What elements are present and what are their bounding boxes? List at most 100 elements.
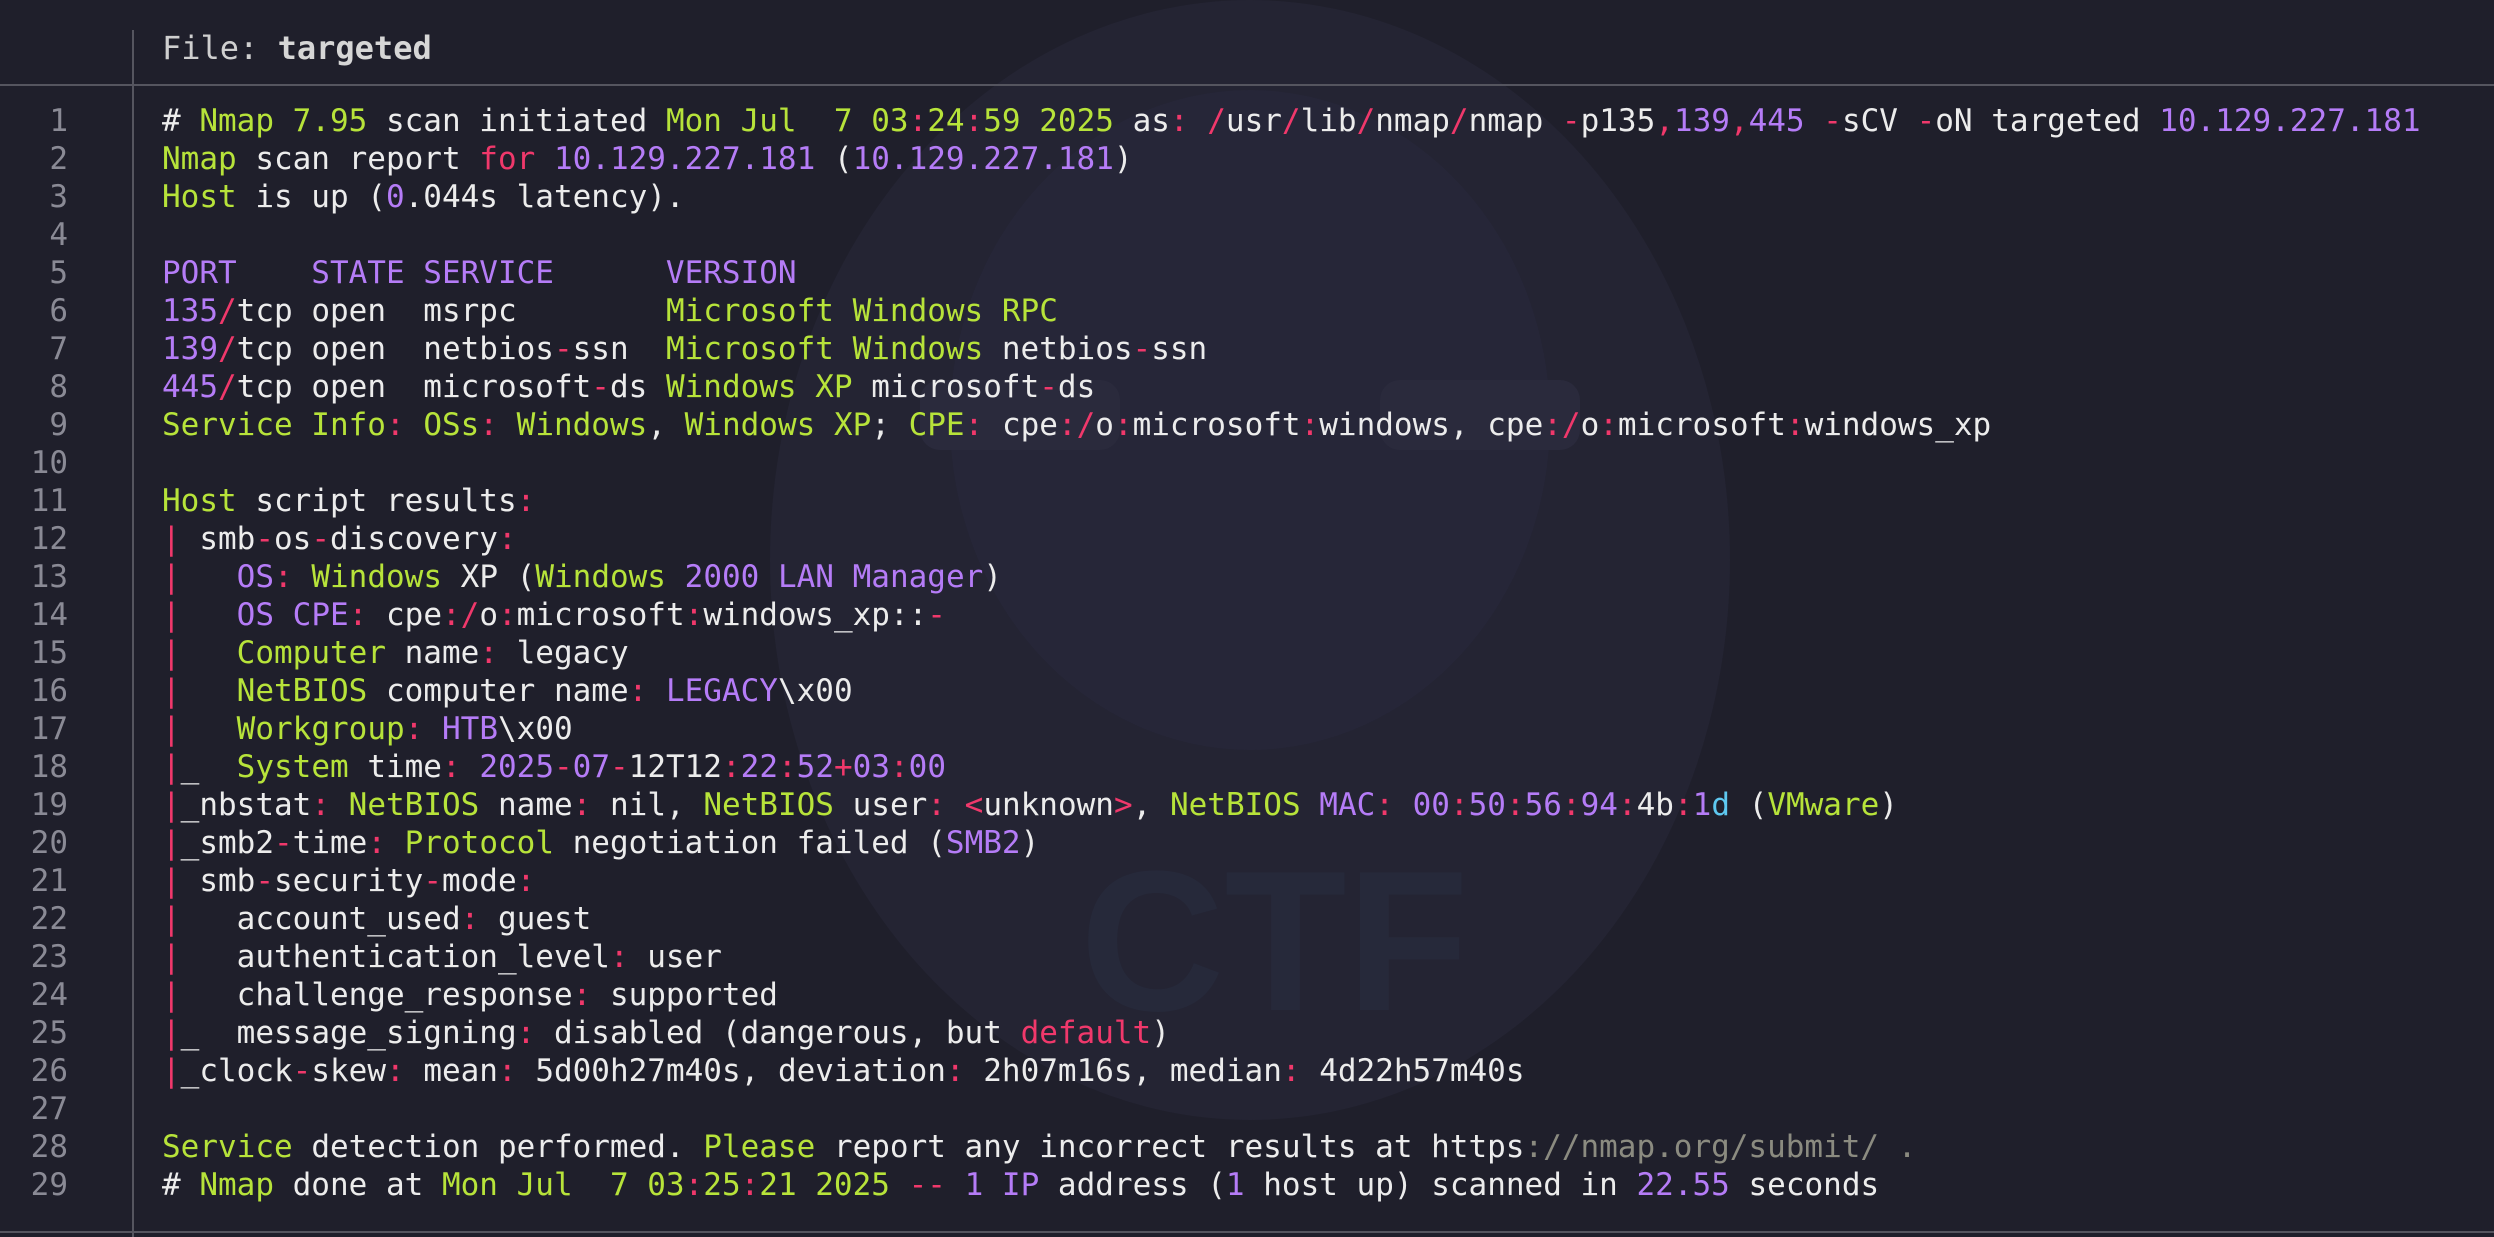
token: Protocol	[404, 825, 554, 861]
token: :	[684, 597, 704, 633]
token: windows_xp	[1804, 407, 1992, 443]
token: -	[1039, 369, 1058, 405]
code-line: 26 |_clock-skew: mean: 5d00h27m40s, devia…	[0, 1052, 2494, 1090]
token: :	[516, 863, 536, 899]
token: 22	[740, 749, 778, 785]
token: ssn	[1151, 331, 1208, 367]
token: :	[274, 559, 293, 595]
token: -	[1823, 103, 1842, 139]
token: :	[441, 749, 461, 785]
token: -	[553, 331, 573, 367]
token: LEGACY	[665, 673, 778, 709]
line-number: 13	[30, 559, 68, 595]
token: /	[1356, 103, 1376, 139]
line-text: Service detection performed. Please repo…	[162, 1128, 1916, 1166]
token: _smb2	[180, 825, 274, 861]
token: time	[348, 749, 442, 785]
token: authentication_level	[180, 939, 610, 975]
code-line: 28 Service detection performed. Please re…	[0, 1128, 2494, 1166]
token: SMB2	[945, 825, 1021, 861]
token: |	[162, 977, 181, 1013]
token: \x00	[777, 673, 853, 709]
code-line: 15 | Computer name: legacy	[0, 634, 2494, 672]
token: name	[385, 635, 480, 671]
token: :	[684, 1167, 704, 1203]
token: 03	[852, 749, 890, 785]
line-text: Host is up (0.044s latency).	[162, 178, 685, 216]
token: ,	[1655, 103, 1674, 139]
token: :	[311, 787, 330, 823]
token: |	[162, 825, 181, 861]
token: Microsoft Windows	[665, 331, 984, 367]
token: -	[1561, 103, 1581, 139]
token: :	[1561, 787, 1581, 823]
token: :	[1300, 407, 1320, 443]
token: 56	[1524, 787, 1562, 823]
token: :	[1113, 407, 1133, 443]
token: 59 2025	[983, 103, 1114, 139]
code-view[interactable]: 1 # Nmap 7.95 scan initiated Mon Jul 7 03…	[0, 102, 2494, 1204]
token: :	[964, 407, 984, 443]
token: :	[945, 1053, 965, 1089]
token: 00	[1412, 787, 1450, 823]
token: )	[1020, 825, 1040, 861]
token: :	[367, 825, 386, 861]
line-text: | Computer name: legacy	[162, 634, 629, 672]
token: d	[1711, 787, 1730, 823]
token: netbios	[983, 331, 1133, 367]
file-title: File: targeted	[162, 29, 432, 67]
token: ,	[1729, 103, 1749, 139]
token: tcp open netbios	[236, 331, 554, 367]
token: user	[628, 939, 722, 975]
line-number: 6	[49, 293, 68, 329]
token: 445	[1748, 103, 1805, 139]
token: 4b	[1636, 787, 1674, 823]
token: :	[497, 1053, 517, 1089]
token: MAC	[1319, 787, 1376, 823]
token: :	[385, 1053, 405, 1089]
token: 5d00h27m40s, deviation	[516, 1053, 946, 1089]
file-name: targeted	[277, 29, 432, 67]
line-number: 28	[30, 1129, 68, 1165]
token: Service Info	[162, 407, 386, 443]
line-number: 18	[30, 749, 68, 785]
token: :	[609, 939, 629, 975]
token: #	[162, 103, 200, 139]
token: (	[815, 141, 853, 177]
token: _nbstat	[180, 787, 312, 823]
line-number: 26	[30, 1053, 68, 1089]
token: 25	[703, 1167, 741, 1203]
line-text: |_nbstat: NetBIOS name: nil, NetBIOS use…	[162, 786, 1898, 824]
line-number: 23	[30, 939, 68, 975]
token: microsoft	[516, 597, 685, 633]
token: o	[1095, 407, 1114, 443]
token: :	[497, 521, 517, 557]
code-line: 1 # Nmap 7.95 scan initiated Mon Jul 7 03…	[0, 102, 2494, 140]
token: |	[162, 863, 181, 899]
token: Windows	[311, 559, 442, 595]
token: :	[572, 977, 592, 1013]
token: 1	[1692, 787, 1712, 823]
token: p135	[1580, 103, 1656, 139]
token: Windows XP	[665, 369, 853, 405]
token: :	[740, 1167, 760, 1203]
token: Microsoft Windows RPC	[665, 293, 1058, 329]
token: \x00	[498, 711, 573, 747]
token: :	[479, 407, 498, 443]
token: -	[553, 749, 573, 785]
token: |	[162, 787, 181, 823]
token: _	[180, 749, 237, 785]
code-line: 27	[0, 1090, 2494, 1128]
token: ds	[609, 369, 666, 405]
token: :	[1505, 787, 1525, 823]
line-number: 9	[49, 407, 68, 443]
token: :/	[1543, 407, 1581, 443]
token: account_used	[180, 901, 461, 937]
